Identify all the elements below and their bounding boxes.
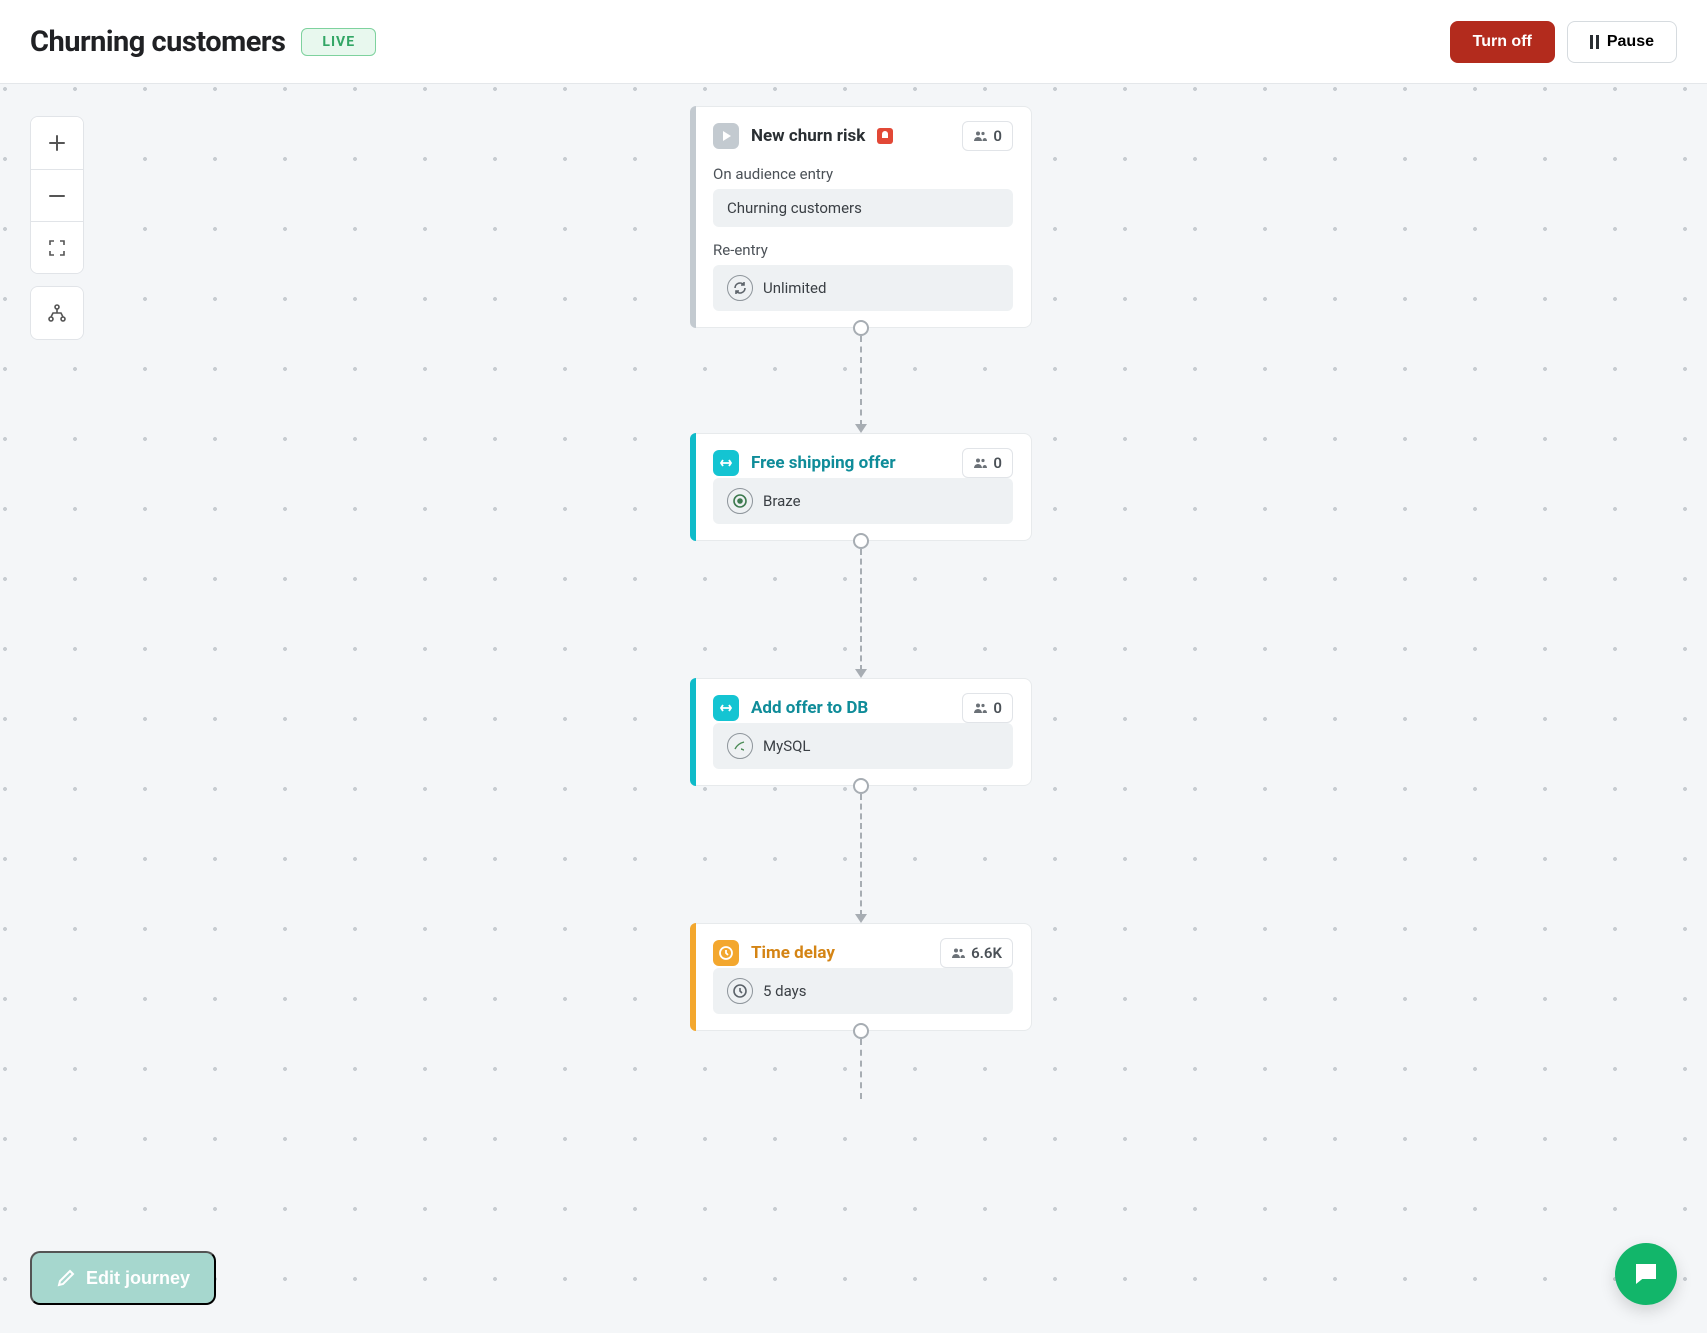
field-label: Re-entry [713,241,1013,259]
node-header: New churn risk 0 [713,121,1013,151]
node-title: Add offer to DB [751,698,868,718]
users-icon [973,457,987,469]
braze-icon [727,488,753,514]
plus-icon [49,135,65,151]
connector [853,1031,869,1099]
output-port[interactable] [853,1023,869,1039]
node-title: Time delay [751,943,835,963]
arrowhead-icon [855,914,867,923]
connector [853,786,869,923]
output-port[interactable] [853,778,869,794]
pencil-icon [56,1268,76,1288]
header-right: Turn off Pause [1450,21,1677,63]
alert-icon [877,128,893,144]
audience-count-pill[interactable]: 0 [962,448,1013,478]
field-value: 5 days [763,982,807,1000]
field-value-box[interactable]: MySQL [713,723,1013,769]
journey-canvas[interactable]: New churn risk 0 On audience entry Churning… [0,84,1707,1333]
audience-count-pill[interactable]: 0 [962,121,1013,151]
node-time_delay[interactable]: Time delay 6.6K 5 days [690,923,1032,1031]
arrowhead-icon [855,669,867,678]
sync-icon [713,695,739,721]
pause-label: Pause [1607,33,1654,51]
connector-line [860,336,862,426]
clock-o-icon [727,978,753,1004]
audience-count: 0 [993,699,1002,717]
node-header: Add offer to DB 0 [713,693,1013,723]
page-title: Churning customers [30,25,285,59]
node-header: Free shipping offer 0 [713,448,1013,478]
refresh-icon [727,275,753,301]
audience-count: 0 [993,454,1002,472]
connector-line [860,549,862,671]
fit-view-button[interactable] [31,221,83,273]
node-title: Free shipping offer [751,453,896,473]
output-port[interactable] [853,320,869,336]
node-add_offer_db[interactable]: Add offer to DB 0 MySQL [690,678,1032,786]
node-title: New churn risk [751,126,865,146]
minus-icon [49,188,65,204]
flow-column: New churn risk 0 On audience entry Churning… [690,106,1032,1099]
node-free_shipping[interactable]: Free shipping offer 0 Braze [690,433,1032,541]
output-port[interactable] [853,533,869,549]
node-header-left: New churn risk [713,123,893,149]
field-value: MySQL [763,737,811,755]
node-header: Time delay 6.6K [713,938,1013,968]
status-badge: LIVE [301,28,376,56]
expand-icon [48,239,66,257]
field-value: Churning customers [727,199,862,217]
field-value-box[interactable]: Unlimited [713,265,1013,311]
zoom-group [30,116,84,274]
field-value-box[interactable]: Braze [713,478,1013,524]
connector [853,328,869,433]
header: Churning customers LIVE Turn off Pause [0,0,1707,84]
zoom-in-button[interactable] [31,117,83,169]
mysql-icon [727,733,753,759]
field-value-box[interactable]: Churning customers [713,189,1013,227]
pause-button[interactable]: Pause [1567,21,1677,63]
node-header-left: Add offer to DB [713,695,868,721]
field-label: On audience entry [713,165,1013,183]
connector [853,541,869,678]
audience-count: 0 [993,127,1002,145]
users-icon [973,130,987,142]
sync-icon [713,450,739,476]
field-value: Braze [763,492,801,510]
chat-launcher[interactable] [1615,1243,1677,1305]
tree-group [30,286,84,340]
audience-count: 6.6K [971,944,1002,962]
field-value-box[interactable]: 5 days [713,968,1013,1014]
chat-icon [1631,1259,1661,1289]
clock-icon [713,940,739,966]
canvas-toolbar [30,116,84,340]
users-icon [951,947,965,959]
connector-line [860,794,862,916]
turn-off-button[interactable]: Turn off [1450,21,1555,63]
pause-icon [1590,35,1599,49]
play-icon [713,123,739,149]
header-left: Churning customers LIVE [30,25,376,59]
connector-line [860,1039,862,1099]
tree-icon [47,303,67,323]
node-header-left: Time delay [713,940,835,966]
audience-count-pill[interactable]: 0 [962,693,1013,723]
zoom-out-button[interactable] [31,169,83,221]
audience-count-pill[interactable]: 6.6K [940,938,1013,968]
node-start[interactable]: New churn risk 0 On audience entry Churning… [690,106,1032,328]
users-icon [973,702,987,714]
edit-journey-button[interactable]: Edit journey [30,1251,216,1305]
field-value: Unlimited [763,279,826,297]
node-header-left: Free shipping offer [713,450,896,476]
arrowhead-icon [855,424,867,433]
edit-journey-label: Edit journey [86,1268,190,1289]
tree-view-button[interactable] [31,287,83,339]
